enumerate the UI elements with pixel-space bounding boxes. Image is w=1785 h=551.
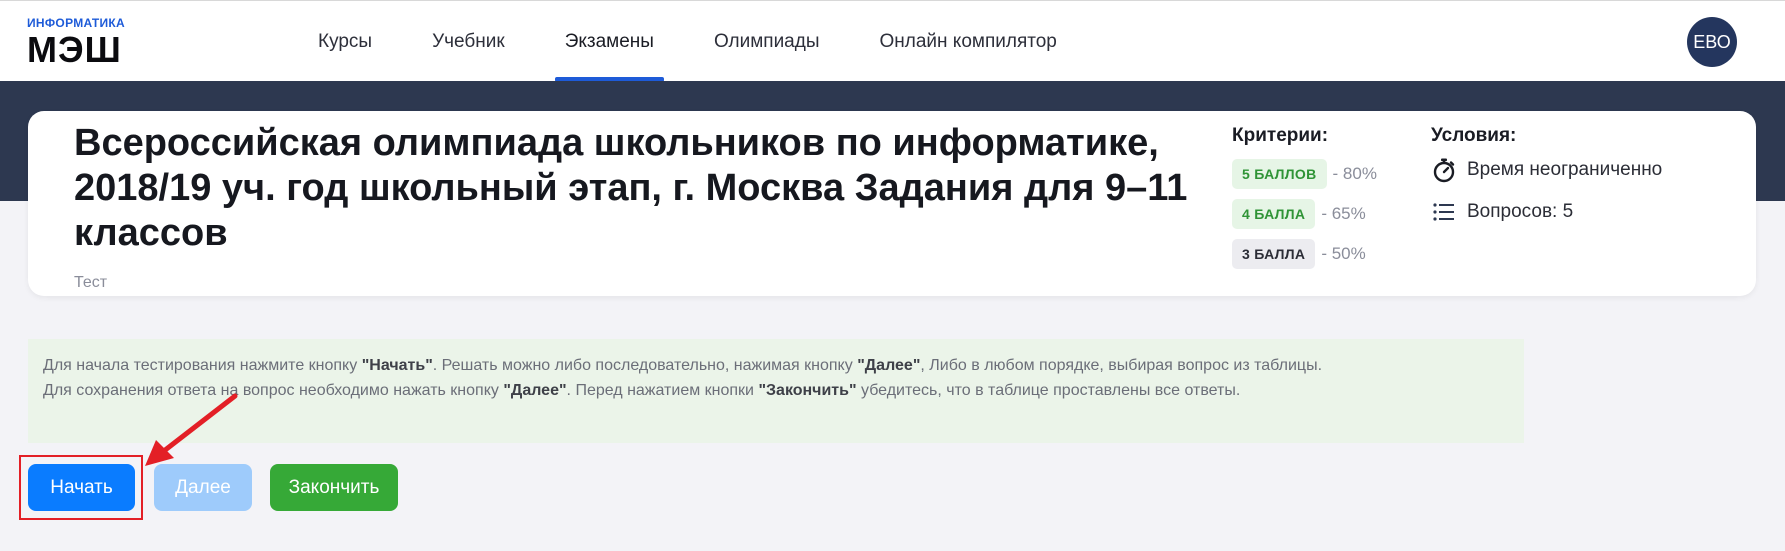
condition-time: Время неограниченно <box>1431 157 1662 183</box>
exam-card: Всероссийская олимпиада школьников по ин… <box>28 111 1756 296</box>
red-arrow-icon <box>145 393 238 466</box>
criteria-row: 3 БАЛЛА - 50% <box>1232 239 1366 269</box>
score-badge: 3 БАЛЛА <box>1232 239 1316 269</box>
score-percent: - 50% <box>1321 244 1366 263</box>
criteria-heading: Критерии: <box>1232 125 1329 146</box>
nav-item-exams[interactable]: Экзамены <box>535 1 684 82</box>
user-avatar[interactable]: ЕВО <box>1687 17 1737 67</box>
exam-title: Всероссийская олимпиада школьников по ин… <box>74 122 1188 254</box>
stopwatch-icon <box>1433 158 1455 183</box>
criteria-row: 4 БАЛЛА - 65% <box>1232 199 1366 229</box>
nav-item-online-compiler[interactable]: Онлайн компилятор <box>850 1 1087 82</box>
score-badge: 5 БАЛЛОВ <box>1232 159 1327 189</box>
criteria-row: 5 БАЛЛОВ - 80% <box>1232 159 1377 189</box>
logo-title: МЭШ <box>27 29 122 70</box>
nav-item-textbook[interactable]: Учебник <box>402 1 535 82</box>
logo-subtitle: ИНФОРМАТИКА <box>27 16 126 30</box>
list-icon <box>1433 203 1454 221</box>
highlight-box <box>19 455 143 520</box>
top-navbar: ИНФОРМАТИКА МЭШ Курсы Учебник Экзамены О… <box>0 0 1785 82</box>
condition-questions-label: Вопросов: 5 <box>1467 201 1574 222</box>
exam-type: Тест <box>74 274 108 291</box>
logo[interactable]: ИНФОРМАТИКА МЭШ <box>27 16 125 68</box>
score-percent: - 65% <box>1321 204 1366 223</box>
main-nav: Курсы Учебник Экзамены Олимпиады Онлайн … <box>288 1 1087 82</box>
nav-item-olympiads[interactable]: Олимпиады <box>684 1 850 82</box>
score-percent: - 80% <box>1332 164 1377 183</box>
score-badge: 4 БАЛЛА <box>1232 199 1316 229</box>
finish-button[interactable]: Закончить <box>270 464 398 511</box>
nav-item-courses[interactable]: Курсы <box>288 1 402 82</box>
condition-questions: Вопросов: 5 <box>1431 199 1573 225</box>
condition-time-label: Время неограниченно <box>1467 159 1663 180</box>
instructions-box: Для начала тестирования нажмите кнопку "… <box>28 339 1524 443</box>
instructions-line-1: Для начала тестирования нажмите кнопку "… <box>43 357 1323 374</box>
conditions-heading: Условия: <box>1431 125 1517 146</box>
